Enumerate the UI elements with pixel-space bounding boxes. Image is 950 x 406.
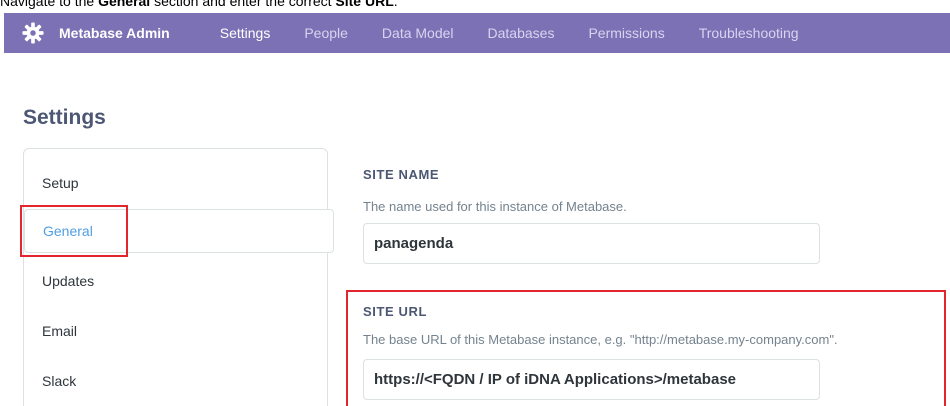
site-url-input[interactable]: https://<FQDN / IP of iDNA Applications>… bbox=[363, 359, 820, 400]
nav-troubleshooting[interactable]: Troubleshooting bbox=[699, 25, 799, 41]
site-name-label: SITE NAME bbox=[363, 167, 440, 182]
sidebar-item-email[interactable]: Email bbox=[24, 309, 329, 353]
sidebar-item-setup[interactable]: Setup bbox=[24, 161, 329, 205]
gear-icon bbox=[21, 21, 45, 45]
brand-title: Metabase Admin bbox=[59, 25, 170, 41]
caption-suffix: . bbox=[393, 0, 398, 9]
site-url-description: The base URL of this Metabase instance, … bbox=[363, 332, 838, 347]
brand[interactable]: Metabase Admin bbox=[21, 21, 170, 45]
sidebar-item-updates[interactable]: Updates bbox=[24, 259, 329, 303]
nav-databases[interactable]: Databases bbox=[488, 25, 555, 41]
sidebar-item-slack[interactable]: Slack bbox=[24, 359, 329, 403]
admin-navbar: Metabase Admin Settings People Data Mode… bbox=[4, 13, 950, 53]
nav-data-model[interactable]: Data Model bbox=[382, 25, 454, 41]
site-name-description: The name used for this instance of Metab… bbox=[363, 199, 627, 214]
caption-prefix: Navigate to the bbox=[0, 0, 99, 9]
caption-field: Site URL bbox=[335, 0, 394, 9]
caption-middle: section and enter the correct bbox=[150, 0, 336, 9]
site-name-input[interactable]: panagenda bbox=[363, 223, 820, 264]
site-url-label: SITE URL bbox=[363, 304, 428, 319]
settings-sidebar: Setup General Updates Email Slack bbox=[23, 148, 334, 406]
page-title: Settings bbox=[23, 106, 106, 129]
sidebar-item-general[interactable]: General bbox=[24, 209, 334, 253]
nav-people[interactable]: People bbox=[304, 25, 348, 41]
nav-settings[interactable]: Settings bbox=[220, 25, 271, 41]
instruction-caption: Navigate to the General section and ente… bbox=[0, 0, 398, 9]
caption-section: General bbox=[98, 0, 151, 9]
nav-permissions[interactable]: Permissions bbox=[588, 25, 664, 41]
